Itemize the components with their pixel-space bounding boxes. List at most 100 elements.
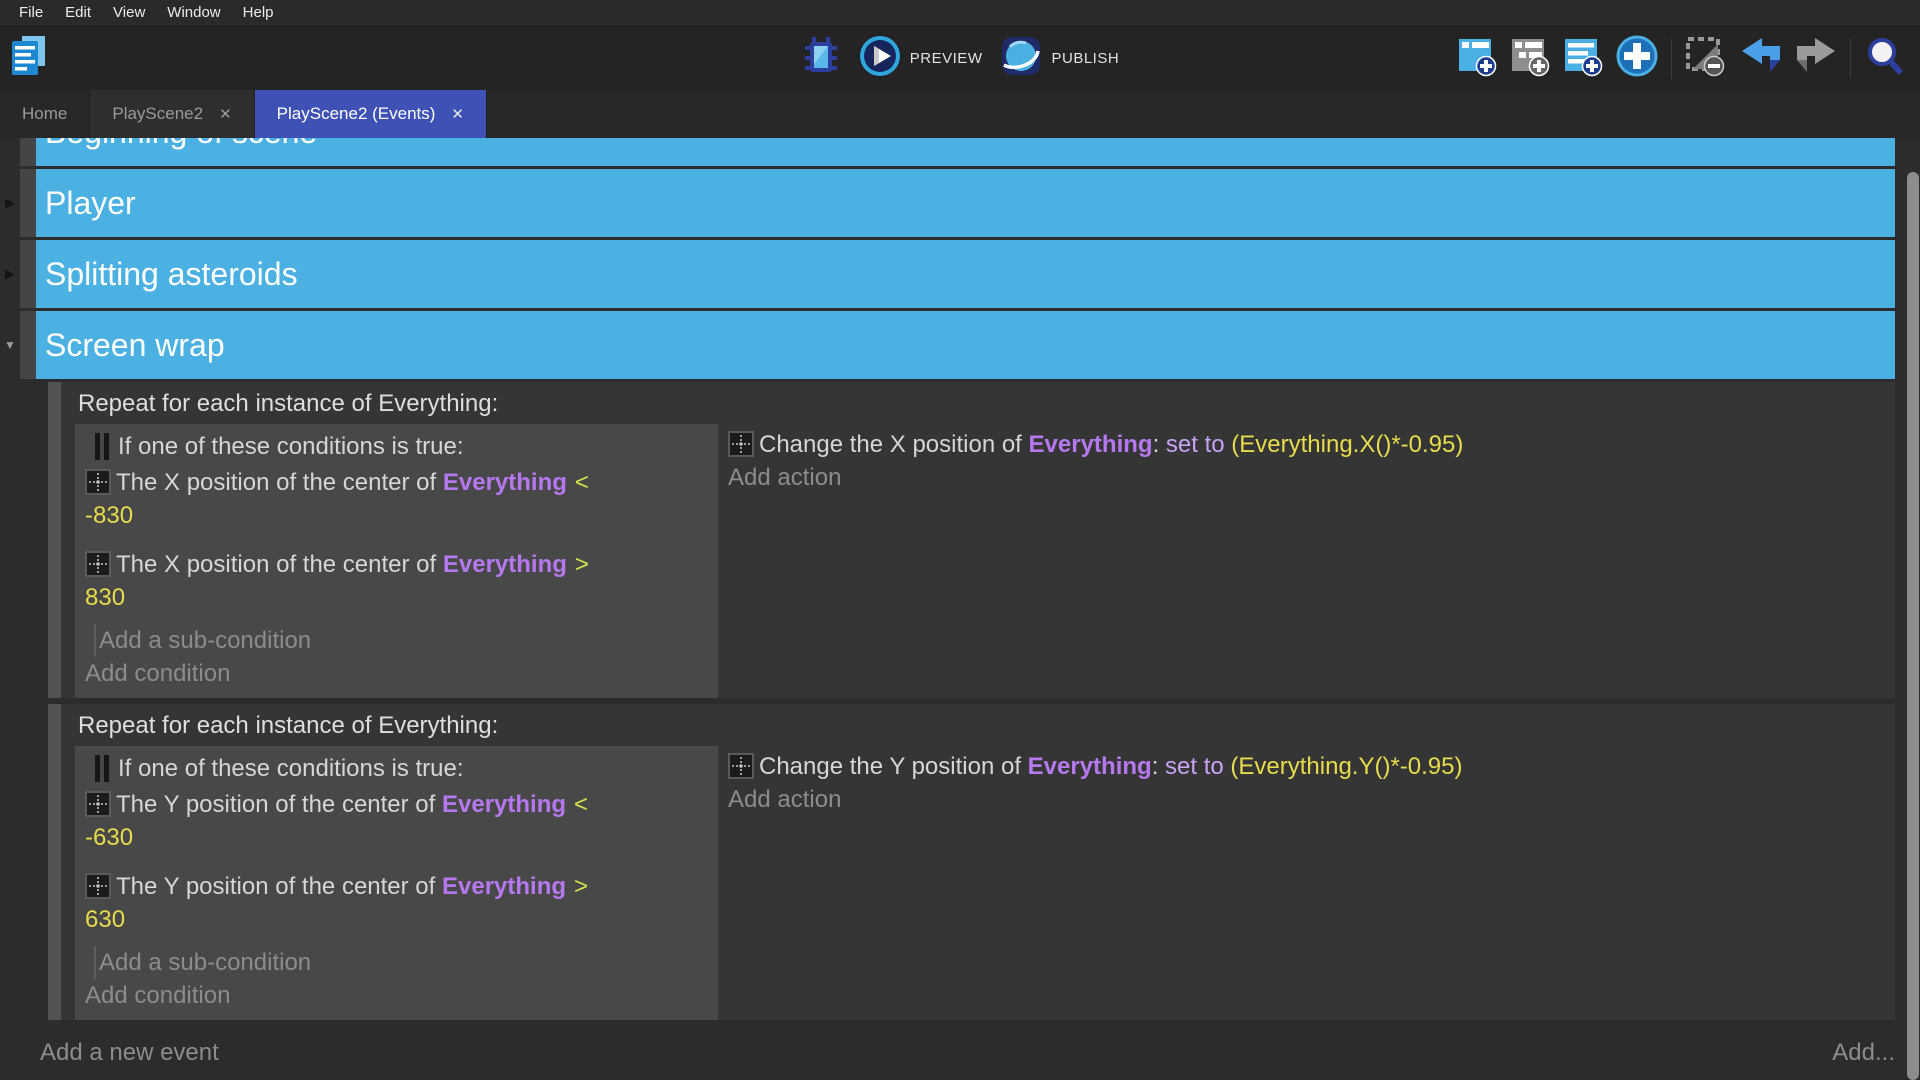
vertical-scrollbar (1906, 138, 1920, 1080)
redo-button[interactable] (1795, 36, 1837, 81)
object-name: Everything (442, 791, 566, 818)
toolbar: PREVIEW PUBLISH (0, 27, 1920, 90)
add-action-button[interactable]: Add action (728, 461, 1895, 494)
add-event-icon (1457, 35, 1497, 82)
add-circle-icon (1616, 35, 1658, 82)
action-row[interactable]: Change the Y position of Everything: set… (728, 750, 1895, 783)
add-circle-button[interactable] (1616, 35, 1658, 82)
tab-playscene2-events[interactable]: PlayScene2 (Events) ✕ (255, 90, 487, 138)
condition-value: -830 (85, 499, 710, 532)
add-comment-button[interactable] (1563, 35, 1603, 82)
collapse-arrow-icon[interactable]: ▶ (0, 169, 20, 237)
event-group-beginning-of-scene[interactable]: ▶ Beginning of scene (0, 138, 1895, 166)
event-group-splitting-asteroids[interactable]: ▶ Splitting asteroids (0, 240, 1895, 308)
globe-icon (1000, 35, 1042, 82)
group-title[interactable]: Player (36, 169, 1895, 237)
add-condition-button[interactable]: Add condition (75, 979, 718, 1012)
search-button[interactable] (1864, 35, 1906, 82)
event-grip[interactable] (48, 382, 61, 698)
separator-text: : (1152, 753, 1165, 780)
menu-help[interactable]: Help (232, 0, 285, 26)
publish-button[interactable]: PUBLISH (1000, 35, 1119, 82)
tab-home[interactable]: Home (0, 90, 90, 138)
separator-text: : (1153, 431, 1166, 458)
debugger-button[interactable] (801, 33, 841, 84)
or-label: If one of these conditions is true: (118, 430, 464, 463)
object-name: Everything (442, 873, 566, 900)
add-more-button[interactable]: Add... (1832, 1036, 1895, 1069)
tab-label: Home (22, 104, 67, 124)
menu-edit[interactable]: Edit (54, 0, 102, 26)
group-grip[interactable] (20, 311, 36, 379)
position-icon (85, 873, 111, 899)
delete-selection-icon (1685, 35, 1727, 82)
group-title[interactable]: Splitting asteroids (36, 240, 1895, 308)
menu-view[interactable]: View (102, 0, 156, 26)
menu-file[interactable]: File (8, 0, 54, 26)
condition-row[interactable]: The Y position of the center of Everythi… (75, 788, 718, 854)
or-icon (95, 433, 109, 460)
event-group-screen-wrap[interactable]: ▼ Screen wrap (0, 311, 1895, 379)
add-new-event-button[interactable]: Add a new event (40, 1036, 219, 1069)
repeat-label[interactable]: Repeat for each instance of Everything: (61, 382, 1895, 424)
event-grip[interactable] (48, 704, 61, 1020)
condition-text: The Y position of the center of (116, 873, 442, 900)
condition-row[interactable]: The X position of the center of Everythi… (75, 466, 718, 532)
repeat-event-x: Repeat for each instance of Everything: … (48, 382, 1895, 698)
condition-row[interactable]: The X position of the center of Everythi… (75, 548, 718, 614)
add-sub-condition-button[interactable]: Add a sub-condition (94, 624, 718, 657)
search-icon (1864, 35, 1906, 82)
event-group-player[interactable]: ▶ Player (0, 169, 1895, 237)
group-grip[interactable] (20, 169, 36, 237)
conditions-block: If one of these conditions is true: The … (75, 746, 718, 1020)
object-name: Everything (443, 469, 567, 496)
add-condition-button[interactable]: Add condition (75, 657, 718, 690)
add-action-button[interactable]: Add action (728, 783, 1895, 816)
group-grip[interactable] (20, 240, 36, 308)
object-name: Everything (443, 551, 567, 578)
group-grip[interactable] (20, 138, 36, 166)
condition-value: -630 (85, 821, 710, 854)
action-value: (Everything.Y()*-0.95) (1230, 753, 1462, 780)
repeat-label[interactable]: Repeat for each instance of Everything: (61, 704, 1895, 746)
object-name: Everything (1028, 753, 1152, 780)
collapse-arrow-icon[interactable]: ▶ (0, 240, 20, 308)
condition-row[interactable]: The Y position of the center of Everythi… (75, 870, 718, 936)
group-title[interactable]: Screen wrap (36, 311, 1895, 379)
add-sub-event-icon (1510, 35, 1550, 82)
condition-text: The X position of the center of (116, 469, 443, 496)
preview-button[interactable]: PREVIEW (859, 35, 983, 82)
condition-text: The X position of the center of (116, 551, 443, 578)
menu-window[interactable]: Window (156, 0, 231, 26)
undo-button[interactable] (1740, 36, 1782, 81)
redo-icon (1795, 36, 1837, 81)
actions-block: Change the X position of Everything: set… (728, 424, 1895, 494)
action-row[interactable]: Change the X position of Everything: set… (728, 428, 1895, 461)
toolbar-separator (1671, 39, 1672, 79)
play-icon (859, 35, 901, 82)
repeat-event-y: Repeat for each instance of Everything: … (48, 704, 1895, 1020)
preview-label: PREVIEW (910, 50, 983, 67)
project-manager-button[interactable] (10, 34, 48, 83)
or-condition-row[interactable]: If one of these conditions is true: (75, 424, 718, 463)
position-icon (85, 551, 111, 577)
tab-playscene2[interactable]: PlayScene2 ✕ (90, 90, 254, 138)
add-sub-event-button[interactable] (1510, 35, 1550, 82)
delete-selection-button[interactable] (1685, 35, 1727, 82)
toolbar-separator (1850, 39, 1851, 79)
condition-value: 830 (85, 581, 710, 614)
group-title[interactable]: Beginning of scene (36, 138, 1895, 166)
add-sub-condition-button[interactable]: Add a sub-condition (94, 946, 718, 979)
add-event-button[interactable] (1457, 35, 1497, 82)
close-icon[interactable]: ✕ (451, 105, 464, 123)
scrollbar-thumb[interactable] (1907, 172, 1919, 1080)
close-icon[interactable]: ✕ (219, 105, 232, 123)
operator: > (575, 551, 589, 578)
collapse-arrow-icon[interactable]: ▶ (0, 138, 20, 166)
expand-arrow-icon[interactable]: ▼ (0, 311, 20, 379)
tab-bar: Home PlayScene2 ✕ PlayScene2 (Events) ✕ (0, 90, 1920, 138)
object-name: Everything (1029, 431, 1153, 458)
undo-icon (1740, 36, 1782, 81)
tab-label: PlayScene2 (112, 104, 203, 124)
or-condition-row[interactable]: If one of these conditions is true: (75, 746, 718, 785)
